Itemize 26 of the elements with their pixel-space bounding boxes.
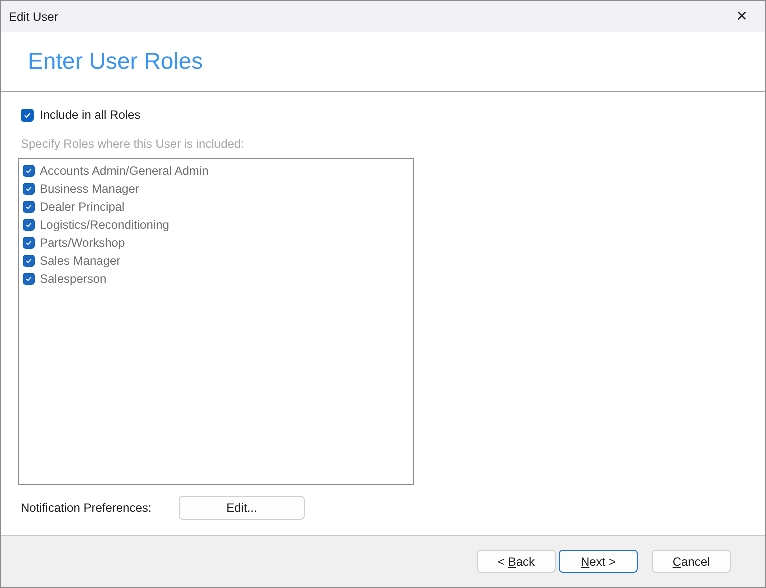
check-icon <box>25 203 33 211</box>
check-icon <box>25 257 33 265</box>
check-icon <box>23 110 32 120</box>
edit-button[interactable]: Edit... <box>179 496 305 520</box>
role-label: Parts/Workshop <box>40 236 126 250</box>
role-label: Logistics/Reconditioning <box>40 218 170 232</box>
checkbox[interactable] <box>21 108 34 122</box>
check-icon <box>25 185 33 193</box>
role-label: Business Manager <box>40 182 140 196</box>
check-icon <box>25 275 33 283</box>
check-icon <box>25 239 33 247</box>
checkbox-label: Include in all Roles <box>40 108 141 122</box>
close-button[interactable]: ✕ <box>719 1 765 32</box>
notification-label: Notification Preferences: <box>21 501 153 515</box>
dialog-button[interactable]: Cancel <box>652 550 731 573</box>
roles-caption: Specify Roles where this User is included: <box>21 137 246 151</box>
check-icon <box>25 167 33 175</box>
dialog-button[interactable]: < Back <box>477 550 556 573</box>
role-label: Sales Manager <box>40 254 121 268</box>
role-label: Dealer Principal <box>40 200 125 214</box>
page-heading: Enter User Roles <box>28 48 204 75</box>
window-title: Edit User <box>9 10 58 24</box>
dialog-button[interactable]: Next > <box>559 550 638 573</box>
role-label: Salesperson <box>40 272 107 286</box>
role-label: Accounts Admin/General Admin <box>40 164 209 178</box>
check-icon <box>25 221 33 229</box>
